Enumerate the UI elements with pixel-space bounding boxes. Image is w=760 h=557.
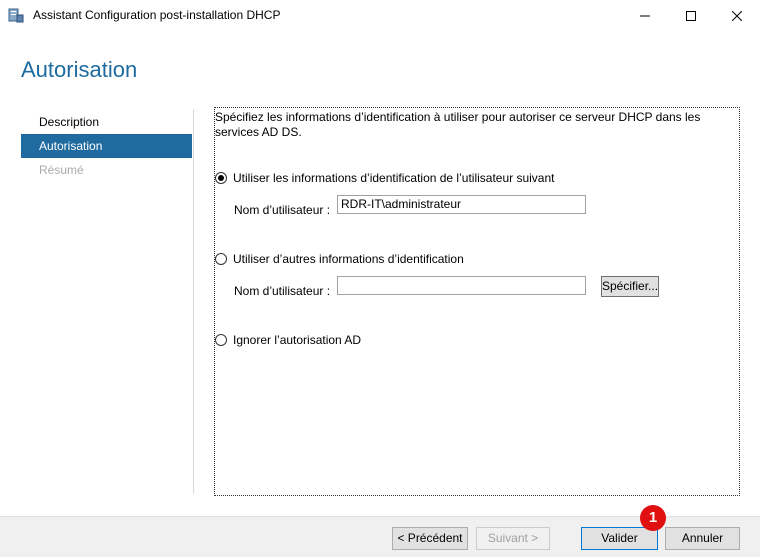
- radio-other-user-row[interactable]: Utiliser d’autres informations d’identif…: [215, 252, 464, 266]
- nav-divider: [193, 109, 194, 494]
- radio-other-user[interactable]: [215, 253, 227, 265]
- page-title: Autorisation: [21, 57, 138, 82]
- other-username-label: Nom d’utilisateur :: [234, 284, 331, 298]
- next-button[interactable]: Suivant >: [476, 527, 550, 550]
- close-button[interactable]: [714, 0, 760, 31]
- radio-current-user-label[interactable]: Utiliser les informations d’identificati…: [233, 171, 554, 185]
- intro-text: Spécifiez les informations d’identificat…: [215, 110, 701, 139]
- annotation-badge: 1: [640, 505, 666, 531]
- title-bar: Assistant Configuration post-installatio…: [0, 0, 760, 31]
- window-title: Assistant Configuration post-installatio…: [33, 8, 281, 22]
- nav-item-autorisation[interactable]: Autorisation: [21, 134, 192, 158]
- close-icon: [732, 10, 742, 21]
- other-username-field[interactable]: [337, 276, 586, 295]
- authorization-panel: Spécifiez les informations d’identificat…: [214, 107, 740, 496]
- wizard-nav: Description Autorisation Résumé: [21, 110, 192, 182]
- radio-skip-label[interactable]: Ignorer l’autorisation AD: [233, 333, 361, 347]
- radio-current-user[interactable]: [215, 172, 227, 184]
- radio-skip-authorization[interactable]: [215, 334, 227, 346]
- radio-skip-row[interactable]: Ignorer l’autorisation AD: [215, 333, 361, 347]
- current-username-label: Nom d’utilisateur :: [234, 203, 331, 217]
- current-username-field[interactable]: RDR-IT\administrateur: [337, 195, 586, 214]
- radio-other-user-label[interactable]: Utiliser d’autres informations d’identif…: [233, 252, 464, 266]
- nav-item-description[interactable]: Description: [21, 110, 192, 134]
- maximize-icon: [686, 10, 696, 21]
- server-wizard-icon: [8, 8, 24, 23]
- nav-item-resume: Résumé: [39, 163, 84, 177]
- minimize-icon: [640, 15, 650, 16]
- cancel-button[interactable]: Annuler: [665, 527, 740, 550]
- specify-button[interactable]: Spécifier...: [601, 276, 659, 297]
- previous-button[interactable]: < Précédent: [392, 527, 468, 550]
- minimize-button[interactable]: [622, 0, 668, 31]
- radio-current-user-row[interactable]: Utiliser les informations d’identificati…: [215, 171, 554, 185]
- validate-button[interactable]: Valider: [581, 527, 658, 550]
- maximize-button[interactable]: [668, 0, 714, 31]
